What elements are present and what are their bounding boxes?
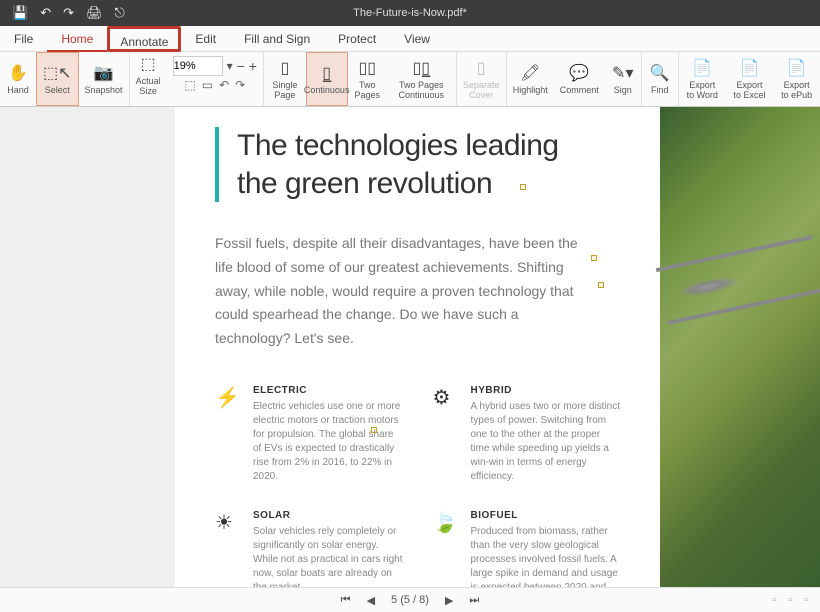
comment-button[interactable]: 💬 Comment (554, 52, 605, 106)
leaf-icon: 🍃 (433, 510, 459, 587)
toolbar: ✋ Hand ⬚↖ Select 📷 Snapshot ⬚ Actual Siz… (0, 52, 820, 107)
tech-item-solar: ☀ SOLAR Solar vehicles rely completely o… (215, 510, 403, 587)
zoom-in-button[interactable]: + (249, 58, 257, 74)
page-image (660, 107, 820, 587)
word-icon: 📄 (692, 58, 712, 78)
annotation-marker-icon[interactable] (598, 282, 604, 288)
cursor-icon: ⬚↖ (43, 63, 72, 83)
view-mode-icon[interactable]: ▫ (802, 594, 810, 606)
undo-icon[interactable]: ↶ (40, 5, 51, 21)
save-icon[interactable]: 💾 (12, 5, 28, 21)
redo-icon[interactable]: ↷ (63, 5, 74, 21)
sign-button[interactable]: ✎▾ Sign (605, 52, 641, 106)
zoom-level-input[interactable] (173, 56, 223, 76)
page-indicator[interactable]: 5 (5 / 8) (389, 594, 431, 606)
snapshot-tool-button[interactable]: 📷 Snapshot (79, 52, 129, 106)
comment-icon: 💬 (569, 63, 589, 83)
camera-icon: 📷 (94, 63, 114, 83)
window-title: The-Future-is-Now.pdf* (353, 7, 467, 19)
excel-icon: 📄 (740, 58, 760, 78)
intro-paragraph: Fossil fuels, despite all their disadvan… (215, 232, 585, 351)
status-bar: ⏮ ◀ 5 (5 / 8) ▶ ⏭ ▫ ▫ ▫ (0, 587, 820, 612)
prev-page-button[interactable]: ◀ (365, 594, 377, 607)
rotate-left-icon[interactable]: ↶ (219, 78, 229, 92)
page-title: The technologies leading the green revol… (237, 127, 559, 202)
tech-item-biofuel: 🍃 BIOFUEL Produced from biomass, rather … (433, 510, 621, 587)
separate-cover-button[interactable]: ▯ Separate Cover (457, 52, 506, 106)
menu-fill-and-sign[interactable]: Fill and Sign (230, 26, 324, 52)
two-pages-icon: ▯▯ (358, 58, 376, 78)
accent-bar (215, 127, 219, 202)
export-word-button[interactable]: 📄 Export to Word (679, 52, 726, 106)
separate-cover-icon: ▯ (477, 58, 486, 78)
annotation-marker-icon[interactable] (371, 427, 377, 433)
select-tool-button[interactable]: ⬚↖ Select (36, 52, 79, 106)
actual-size-icon: ⬚ (141, 54, 156, 74)
title-bar: 💾 ↶ ↷ 🖨 ⎋ The-Future-is-Now.pdf* (0, 0, 820, 26)
export-excel-button[interactable]: 📄 Export to Excel (726, 52, 773, 106)
continuous-button[interactable]: ▯̲ Continuous (306, 52, 348, 106)
tech-item-hybrid: ⚙ HYBRID A hybrid uses two or more disti… (433, 385, 621, 484)
menu-protect[interactable]: Protect (324, 26, 390, 52)
two-pages-button[interactable]: ▯▯ Two Pages (348, 52, 387, 106)
annotation-marker-icon[interactable] (520, 184, 526, 190)
single-page-icon: ▯ (280, 58, 289, 78)
tech-item-electric: ⚡ ELECTRIC Electric vehicles use one or … (215, 385, 403, 484)
annotation-marker-icon[interactable] (591, 255, 597, 261)
continuous-icon: ▯̲ (322, 63, 331, 83)
menu-annotate[interactable]: Annotate (107, 26, 181, 52)
menu-file[interactable]: File (0, 26, 47, 52)
thumbnail-sidebar[interactable] (0, 107, 175, 587)
hand-tool-button[interactable]: ✋ Hand (0, 52, 36, 106)
fit-width-icon[interactable]: ⬚ (184, 78, 195, 92)
epub-icon: 📄 (787, 58, 807, 78)
next-page-button[interactable]: ▶ (443, 594, 455, 607)
export-epub-button[interactable]: 📄 Export to ePub (773, 52, 820, 106)
find-button[interactable]: 🔍 Find (642, 52, 678, 106)
hybrid-icon: ⚙ (433, 385, 459, 484)
sign-icon: ✎▾ (612, 63, 633, 83)
content-area: The technologies leading the green revol… (0, 107, 820, 587)
menu-home[interactable]: Home (47, 26, 107, 52)
zoom-out-button[interactable]: − (237, 58, 245, 74)
rotate-right-icon[interactable]: ↷ (235, 78, 245, 92)
menu-edit[interactable]: Edit (181, 26, 230, 52)
two-pages-continuous-button[interactable]: ▯▯̲ Two Pages Continuous (387, 52, 456, 106)
view-mode-icon[interactable]: ▫ (770, 594, 778, 606)
plug-icon: ⚡ (215, 385, 241, 484)
document-page: The technologies leading the green revol… (175, 107, 660, 587)
two-pages-continuous-icon: ▯▯̲ (412, 58, 430, 78)
sun-icon: ☀ (215, 510, 241, 587)
highlight-button[interactable]: 🖍 Highlight (507, 52, 554, 106)
share-icon[interactable]: ⎋ (115, 5, 125, 21)
menu-bar: File Home Annotate Edit Fill and Sign Pr… (0, 26, 820, 52)
menu-view[interactable]: View (390, 26, 444, 52)
print-icon[interactable]: 🖨 (86, 5, 103, 21)
highlighter-icon: 🖍 (520, 63, 540, 83)
zoom-dropdown-icon[interactable]: ▾ (227, 59, 233, 73)
first-page-button[interactable]: ⏮ (339, 594, 353, 607)
search-icon: 🔍 (650, 63, 670, 83)
view-mode-icon[interactable]: ▫ (786, 594, 794, 606)
hand-icon: ✋ (8, 63, 28, 83)
fit-page-icon[interactable]: ▭ (202, 78, 213, 92)
actual-size-button[interactable]: ⬚ Actual Size (130, 52, 167, 98)
single-page-button[interactable]: ▯ Single Page (264, 52, 306, 106)
last-page-button[interactable]: ⏭ (467, 594, 481, 607)
